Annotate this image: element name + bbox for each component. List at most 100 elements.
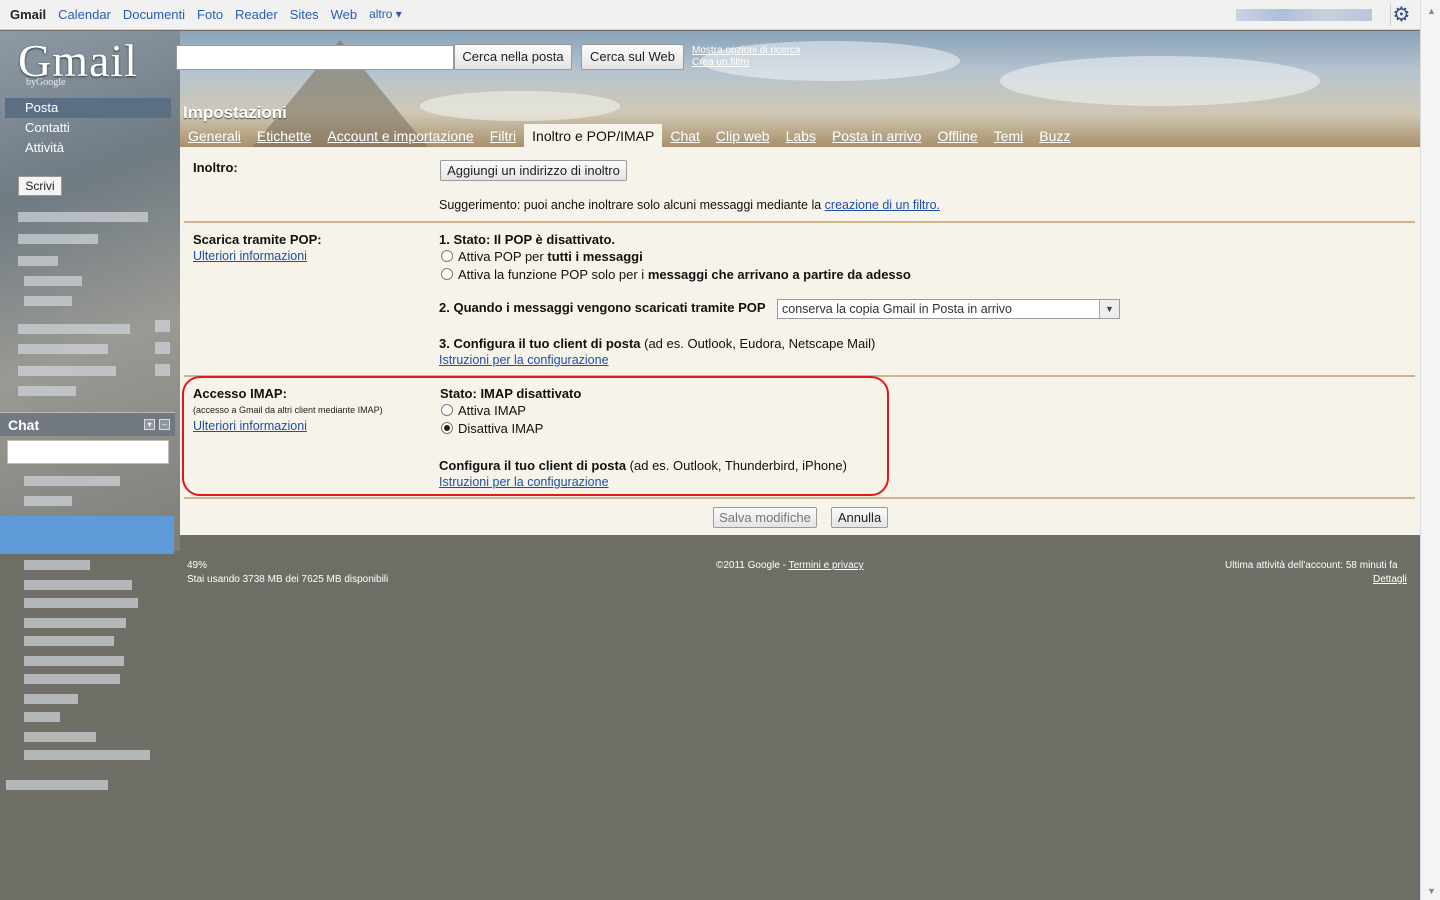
link-reader[interactable]: Reader bbox=[235, 7, 278, 22]
label-blurred[interactable] bbox=[18, 256, 58, 266]
scroll-up-icon[interactable]: ▲ bbox=[1427, 6, 1436, 16]
tab-accounts[interactable]: Account e importazione bbox=[319, 124, 481, 147]
pop-action-value: conserva la copia Gmail in Posta in arri… bbox=[782, 302, 1012, 316]
tab-chat[interactable]: Chat bbox=[662, 124, 708, 147]
pop-option-all-label-b: tutti i messaggi bbox=[547, 249, 643, 264]
pop-status: 1. Stato: Il POP è disattivato. bbox=[439, 232, 616, 247]
chat-contact-blurred[interactable] bbox=[24, 674, 120, 684]
tab-labels[interactable]: Etichette bbox=[249, 124, 319, 147]
gear-icon[interactable]: ⚙ bbox=[1390, 4, 1412, 26]
settings-tabs: Generali Etichette Account e importazion… bbox=[180, 124, 1078, 147]
compose-button[interactable]: Scrivi bbox=[18, 176, 62, 196]
tab-inbox[interactable]: Posta in arrivo bbox=[824, 124, 929, 147]
add-forwarding-address-button[interactable]: Aggiungi un indirizzo di inoltro bbox=[440, 160, 627, 181]
nav-mail[interactable]: Posta bbox=[5, 98, 171, 118]
chat-invite-blurred[interactable] bbox=[6, 780, 108, 790]
chat-contact-blurred[interactable] bbox=[24, 636, 114, 646]
chevron-down-icon[interactable]: ▼ bbox=[1099, 300, 1119, 318]
chat-contact-blurred[interactable] bbox=[24, 496, 72, 506]
tab-offline[interactable]: Offline bbox=[929, 124, 985, 147]
create-filter-link[interactable]: Crea un filtro bbox=[692, 57, 800, 69]
chat-contact-blurred[interactable] bbox=[24, 618, 126, 628]
pop-label: Scarica tramite POP: bbox=[193, 232, 322, 247]
cancel-button[interactable]: Annulla bbox=[831, 507, 888, 528]
link-sites[interactable]: Sites bbox=[290, 7, 319, 22]
storage-percent: 49% bbox=[187, 560, 208, 571]
tab-buzz[interactable]: Buzz bbox=[1031, 124, 1078, 147]
chat-search-input[interactable] bbox=[7, 440, 169, 464]
chat-contact-blurred[interactable] bbox=[24, 476, 120, 486]
label-blurred[interactable] bbox=[24, 296, 72, 306]
app-links: Gmail Calendar Documenti Foto Reader Sit… bbox=[10, 7, 402, 22]
label-blurred[interactable] bbox=[18, 234, 98, 244]
imap-highlight-annotation bbox=[182, 376, 889, 496]
link-more[interactable]: altro ▾ bbox=[369, 7, 402, 22]
section-divider bbox=[184, 497, 1415, 499]
label-blurred[interactable] bbox=[24, 276, 82, 286]
chat-contact-blurred[interactable] bbox=[24, 750, 150, 760]
minimize-icon[interactable]: – bbox=[159, 419, 170, 430]
label-blurred[interactable] bbox=[18, 324, 130, 334]
chat-contact-blurred[interactable] bbox=[24, 656, 124, 666]
by-google-label: byGoogle bbox=[26, 77, 66, 88]
forwarding-label: Inoltro: bbox=[193, 160, 238, 175]
create-filter-tip-link[interactable]: creazione di un filtro. bbox=[825, 198, 940, 212]
link-gmail[interactable]: Gmail bbox=[10, 7, 46, 22]
pop-option-from-now-label-a: Attiva la funzione POP solo per i bbox=[458, 267, 648, 282]
label-blurred[interactable] bbox=[18, 212, 148, 222]
link-calendar[interactable]: Calendar bbox=[58, 7, 111, 22]
chat-contact-blurred[interactable] bbox=[24, 580, 132, 590]
chat-contact-blurred[interactable] bbox=[24, 560, 90, 570]
label-blurred[interactable] bbox=[18, 386, 76, 396]
pop-option-all-label-a: Attiva POP per bbox=[458, 249, 548, 264]
nav-tasks[interactable]: Attività bbox=[5, 138, 171, 158]
top-navigation-bar: Gmail Calendar Documenti Foto Reader Sit… bbox=[0, 0, 1420, 30]
label-blurred[interactable] bbox=[18, 344, 108, 354]
label-blurred[interactable] bbox=[18, 366, 116, 376]
chat-contact-blurred[interactable] bbox=[24, 732, 96, 742]
scroll-down-icon[interactable]: ▼ bbox=[1427, 886, 1436, 896]
chat-contact-blurred[interactable] bbox=[24, 694, 78, 704]
vertical-scrollbar[interactable]: ▲ ▼ bbox=[1420, 0, 1440, 900]
chevron-down-icon[interactable]: ▾ bbox=[144, 419, 155, 430]
chat-title: Chat bbox=[8, 417, 40, 433]
chat-contact-blurred[interactable] bbox=[24, 598, 138, 608]
pop-option-from-now[interactable]: Attiva la funzione POP solo per i messag… bbox=[441, 267, 911, 282]
terms-privacy-link[interactable]: Termini e privacy bbox=[789, 560, 864, 571]
pop-configure-examples: (ad es. Outlook, Eudora, Netscape Mail) bbox=[640, 336, 876, 351]
chat-contact-blurred[interactable] bbox=[24, 712, 60, 722]
pop-more-info-link[interactable]: Ulteriori informazioni bbox=[193, 249, 307, 263]
pop-when-label: 2. Quando i messaggi vengono scaricati t… bbox=[439, 300, 766, 315]
pop-all-radio[interactable] bbox=[441, 250, 453, 262]
label-color-chip[interactable] bbox=[155, 364, 170, 376]
pop-option-from-now-label-b: messaggi che arrivano a partire da adess… bbox=[647, 267, 911, 282]
link-photos[interactable]: Foto bbox=[197, 7, 223, 22]
tab-general[interactable]: Generali bbox=[180, 124, 249, 147]
tab-filters[interactable]: Filtri bbox=[482, 124, 524, 147]
pop-action-select[interactable]: conserva la copia Gmail in Posta in arri… bbox=[777, 299, 1120, 319]
link-web[interactable]: Web bbox=[331, 7, 358, 22]
pop-from-now-radio[interactable] bbox=[441, 268, 453, 280]
copyright: ©2011 Google - Termini e privacy bbox=[716, 560, 864, 571]
nav-contacts[interactable]: Contatti bbox=[5, 118, 171, 138]
chat-contact-selected[interactable] bbox=[0, 516, 174, 554]
details-link[interactable]: Dettagli bbox=[1373, 574, 1407, 585]
tab-web-clips[interactable]: Clip web bbox=[708, 124, 778, 147]
search-input[interactable] bbox=[176, 45, 454, 70]
tab-themes[interactable]: Temi bbox=[986, 124, 1032, 147]
tab-forwarding-pop-imap[interactable]: Inoltro e POP/IMAP bbox=[524, 124, 663, 147]
link-documents[interactable]: Documenti bbox=[123, 7, 185, 22]
label-color-chip[interactable] bbox=[155, 342, 170, 354]
search-options-link[interactable]: Mostra opzioni di ricerca bbox=[692, 45, 800, 57]
chat-header: Chat ▾ – bbox=[0, 412, 175, 436]
tab-labs[interactable]: Labs bbox=[778, 124, 824, 147]
search-web-button[interactable]: Cerca sul Web bbox=[581, 44, 684, 70]
label-color-chip[interactable] bbox=[155, 320, 170, 332]
storage-usage: Stai usando 3738 MB dei 7625 MB disponib… bbox=[187, 574, 389, 585]
search-mail-button[interactable]: Cerca nella posta bbox=[454, 44, 572, 70]
pop-option-all[interactable]: Attiva POP per tutti i messaggi bbox=[441, 249, 643, 264]
pop-config-instructions-link[interactable]: Istruzioni per la configurazione bbox=[439, 353, 609, 367]
page-title: Impostazioni bbox=[183, 103, 287, 122]
account-email-blurred[interactable] bbox=[1236, 9, 1372, 21]
save-changes-button[interactable]: Salva modifiche bbox=[713, 507, 817, 528]
